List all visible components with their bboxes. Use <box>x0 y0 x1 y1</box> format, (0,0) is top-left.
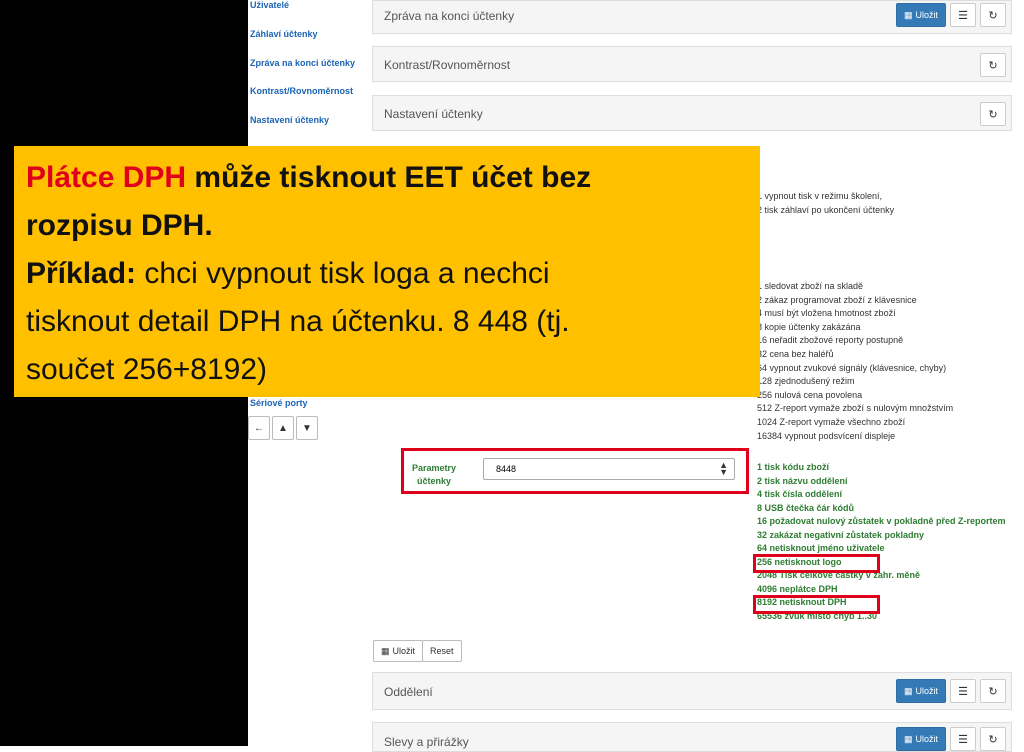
sidebar-item-contrast[interactable]: Kontrast/Rovnoměrnost <box>250 86 353 96</box>
callout-line-1: Plátce DPH může tisknout EET účet bez <box>26 161 592 194</box>
panel-title: Zpráva na konci účtenky <box>384 9 515 23</box>
list-item: 2 tisk záhlaví po ukončení účtenky <box>757 204 895 215</box>
floppy-icon: ▦ <box>381 645 390 656</box>
option-list-middle: 1 sledovat zboží na skladě 2 zákaz progr… <box>757 280 953 443</box>
list-icon[interactable]: ☰ <box>950 727 976 751</box>
list-item: 32 zakázat negativní zůstatek pokladny <box>757 529 925 540</box>
save-button[interactable]: ▦ Uložit <box>373 640 424 662</box>
list-item: 8 USB čtečka čár kódů <box>757 502 855 513</box>
list-item: 64 vypnout zvukové signály (klávesnice, … <box>757 362 947 373</box>
refresh-icon[interactable]: ↻ <box>980 727 1006 751</box>
refresh-icon[interactable]: ↻ <box>980 679 1006 703</box>
list-item: 1 sledovat zboží na skladě <box>757 281 864 291</box>
panel-title: Slevy a přirážky <box>384 735 469 749</box>
panel-receipt-settings[interactable]: Nastavení účtenky ↻ <box>372 95 1012 131</box>
sidebar-nav-buttons: ← ▲ ▼ <box>248 416 318 440</box>
panel-title: Kontrast/Rovnoměrnost <box>384 58 511 72</box>
list-icon[interactable]: ☰ <box>950 3 976 27</box>
list-item: 2 tisk názvu oddělení <box>757 475 848 486</box>
list-item: 512 Z-report vymaže zboží s nulovým množ… <box>757 403 954 414</box>
list-item: 16 požadovat nulový zůstatek v pokladně … <box>757 516 1006 526</box>
annotation-callout: Plátce DPH může tisknout EET účet bez ro… <box>14 146 760 397</box>
arrow-left-icon[interactable]: ← <box>248 416 270 440</box>
refresh-icon[interactable]: ↻ <box>980 102 1006 126</box>
list-item: 8 kopie účtenky zakázána <box>757 321 861 332</box>
panel-title: Oddělení <box>384 685 433 699</box>
list-item: 1024 Z-report vymaže všechno zboží <box>757 416 906 427</box>
option-list-top: 1 vypnout tisk v režimu školení, 2 tisk … <box>757 190 894 217</box>
panel-contrast[interactable]: Kontrast/Rovnoměrnost ↻ <box>372 46 1012 82</box>
reset-button[interactable]: Reset <box>422 640 462 662</box>
sidebar-item-receipt-footer[interactable]: Zpráva na konci účtenky <box>250 58 355 68</box>
floppy-icon: ▦ <box>903 9 913 20</box>
save-button[interactable]: ▦ Uložit <box>895 679 946 703</box>
sidebar-item-receipt-header[interactable]: Záhlaví účtenky <box>250 29 318 39</box>
panel-receipt-footer[interactable]: Zpráva na konci účtenky ▦ Uložit ☰ ↻ <box>372 0 1012 34</box>
download-icon[interactable]: ▼ <box>296 416 318 440</box>
list-item: 4096 neplátce DPH <box>757 583 838 594</box>
form-actions: ▦ Uložit Reset <box>373 640 462 662</box>
list-item: 1 vypnout tisk v režimu školení, <box>757 191 883 201</box>
refresh-icon[interactable]: ↻ <box>980 3 1006 27</box>
floppy-icon: ▦ <box>903 733 913 744</box>
sidebar-item-serial-ports[interactable]: Sériové porty <box>250 398 308 408</box>
panel-departments[interactable]: Oddělení ▦ Uložit ☰ ↻ <box>372 672 1012 710</box>
list-item: 4 musí být vložena hmotnost zboží <box>757 308 896 319</box>
save-button[interactable]: ▦ Uložit <box>895 3 946 27</box>
callout-line-5: součet 256+8192) <box>26 353 268 386</box>
refresh-icon[interactable]: ↻ <box>980 53 1006 77</box>
callout-line-2: rozpisu DPH. <box>26 209 213 242</box>
list-item: 128 zjednodušený režim <box>757 376 855 387</box>
callout-line-4: tisknout detail DPH na účtenku. 8 448 (t… <box>26 305 570 338</box>
sidebar-item-receipt-settings[interactable]: Nastavení účtenky <box>250 115 329 125</box>
list-item: 16 neřadit zbožové reporty postupně <box>757 335 904 346</box>
panel-discounts[interactable]: Slevy a přirážky ▦ Uložit ☰ ↻ <box>372 722 1012 752</box>
save-button[interactable]: ▦ Uložit <box>895 727 946 751</box>
list-item: 4 tisk čísla oddělení <box>757 489 843 499</box>
highlight-box-parameters <box>401 448 749 494</box>
list-item: 1 tisk kódu zboží <box>757 462 830 472</box>
panel-title: Nastavení účtenky <box>384 107 483 121</box>
highlight-box-no-logo <box>753 554 880 573</box>
sidebar-item-users[interactable]: Uživatelé <box>250 0 289 10</box>
list-icon[interactable]: ☰ <box>950 679 976 703</box>
upload-icon[interactable]: ▲ <box>272 416 294 440</box>
list-item: 256 nulová cena povolena <box>757 389 863 400</box>
list-item: 32 cena bez haléřů <box>757 348 834 359</box>
list-item: 2 zákaz programovat zboží z klávesnice <box>757 294 917 305</box>
floppy-icon: ▦ <box>903 685 913 696</box>
callout-line-3: Příklad: chci vypnout tisk loga a nechci <box>26 257 550 290</box>
list-item: 16384 vypnout podsvícení displeje <box>757 430 896 441</box>
highlight-box-no-vat <box>753 595 880 614</box>
